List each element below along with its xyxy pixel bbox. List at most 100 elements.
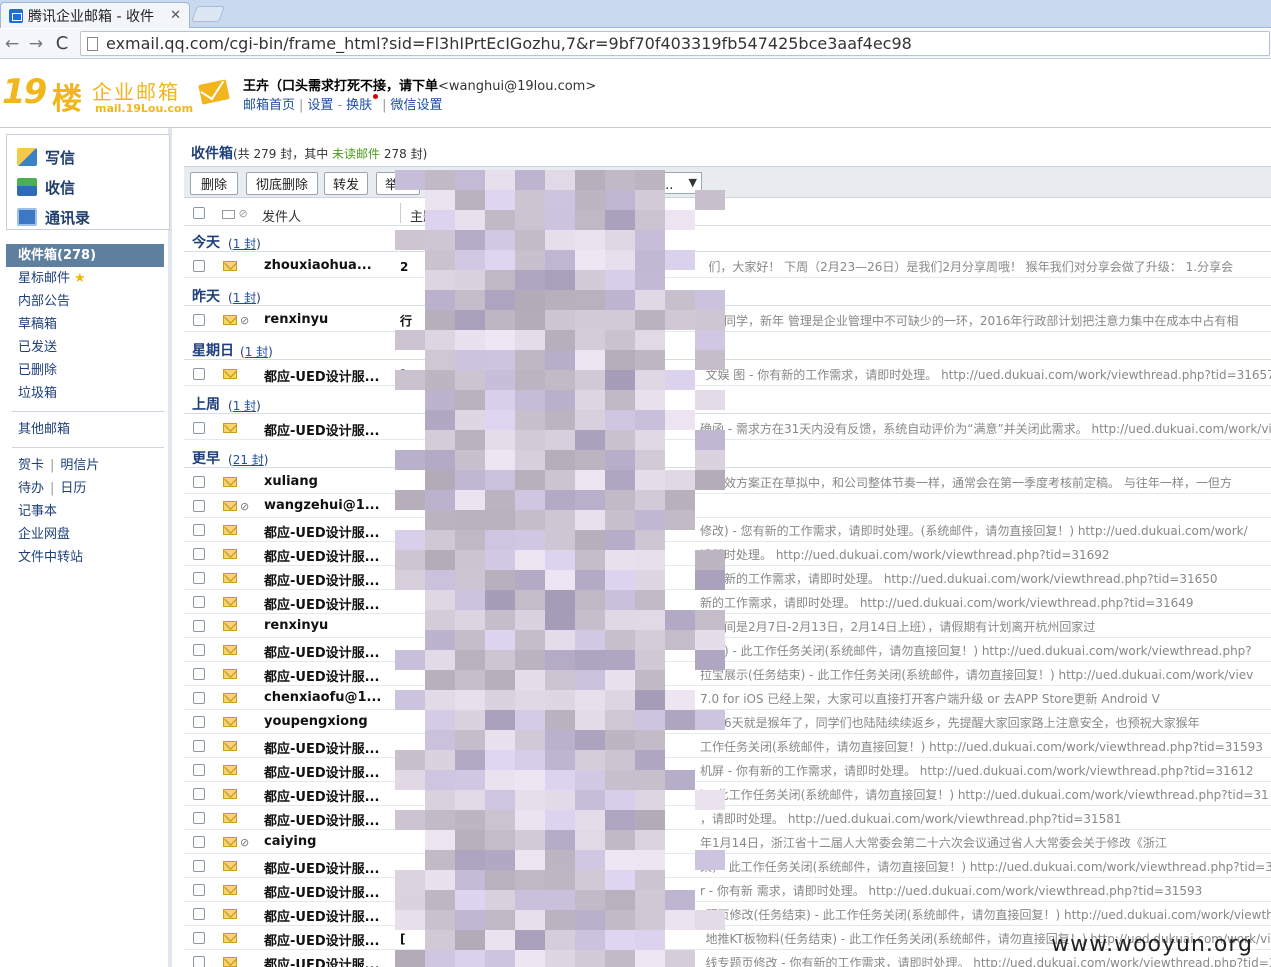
mail-row[interactable]: renxinyu 期时间是2月7日-2月13日，2月14日上班），请假期有计划离开… [184,614,1271,638]
row-checkbox[interactable] [193,932,205,944]
mail-row[interactable]: chenxiaofu@1... 7.0 for iOS 已经上架，大家可以直接打开… [184,686,1271,710]
address-bar[interactable]: exmail.qq.com/cgi-bin/frame_html?sid=Fl3… [80,31,1270,56]
group-count-link[interactable]: 1 封 [233,237,256,251]
browser-tab[interactable]: 腾讯企业邮箱 - 收件 ✕ [0,2,190,28]
row-checkbox[interactable] [193,476,205,488]
row-checkbox[interactable] [193,314,205,326]
mail-row[interactable]: zhouxiaohua... 2 们，大家好！ 下周（2月23—26日）是我们2月分… [184,254,1271,278]
row-checkbox[interactable] [193,620,205,632]
forward-arrow-icon[interactable]: → [24,32,48,56]
mail-row[interactable]: youpengxiong 还有6天就是猴年了，同学们也陆陆续续返乡，先提醒大家回家… [184,710,1271,734]
mail-row[interactable]: 都应-UED设计服... r - 你有新 需求，请即时处理。 http://ued… [184,878,1271,902]
mail-row[interactable]: 都应-UED设计服... 束) - 此工作任务关闭(系统邮件，请勿直接回复！) h… [184,854,1271,878]
group-title: 昨天 [192,289,220,305]
mail-row[interactable]: 都应-UED设计服... 修改) - 您有新的工作需求，请即时处理。(系统邮件，请… [184,518,1271,542]
netdisk-link[interactable]: 企业网盘 [6,523,164,546]
row-checkbox[interactable] [193,548,205,560]
select-all-checkbox[interactable] [193,207,205,219]
mail-row[interactable]: 都应-UED设计服... 机屏 - 你有新的工作需求，请即时处理。 http://… [184,758,1271,782]
greeting-card-link[interactable]: 贺卡 [18,458,44,473]
group-count-link[interactable]: 1 封 [245,345,268,359]
unread-envelope-icon [223,501,237,511]
mail-row[interactable]: 都应-UED设计服... 拉宝展示(任务结束) - 此工作任务关闭(系统邮件，请勿… [184,662,1271,686]
mail-row[interactable]: 都应-UED设计服... 结束) - 此工作任务关闭(系统邮件，请勿直接回复！) … [184,638,1271,662]
new-tab-button[interactable] [191,6,225,22]
other-mailbox[interactable]: 其他邮箱 [6,418,164,441]
row-checkbox[interactable] [193,500,205,512]
mail-row[interactable]: ⊘ caiying 年1月14日，浙江省十二届人大常委会第二十六次会议通过省人大常委… [184,830,1271,854]
row-checkbox[interactable] [193,764,205,776]
close-tab-icon[interactable]: ✕ [170,8,181,23]
folder-spam[interactable]: 垃圾箱 [6,382,164,405]
row-checkbox[interactable] [193,956,205,967]
mailbox-home-link[interactable]: 邮箱首页 [243,98,295,113]
subject-column-header[interactable]: 主题 [410,206,436,225]
mail-row[interactable]: ⊘ wangzehui@1... [184,494,1271,518]
reload-icon[interactable]: C [50,32,74,56]
change-skin-link[interactable]: 换肤 [346,98,372,113]
folder-deleted[interactable]: 已删除 [6,359,164,382]
mail-row[interactable]: 都应-UED设计服... 你有新的工作需求，请即时处理。 http://ued.d… [184,566,1271,590]
folder-drafts[interactable]: 草稿箱 [6,313,164,336]
settings-link[interactable]: 设置 [307,98,333,113]
header-links: 邮箱首页 | 设置 - 换肤 | 微信设置 [243,94,443,113]
mail-row[interactable]: 都应-UED设计服... 请即时处理。 http://ued.dukuai.com… [184,542,1271,566]
folder-inbox[interactable]: 收件箱(278) [6,244,164,267]
move-to-select[interactable]: 移动到... ▼ [616,172,702,194]
row-checkbox[interactable] [193,860,205,872]
mail-row[interactable]: 都应-UED设计服... 新的工作需求，请即时处理。 http://ued.duk… [184,590,1271,614]
todo-link[interactable]: 待办 [18,481,44,496]
receive-button[interactable]: 收信 [17,175,75,199]
mark-as-select[interactable]: 记为... ▼ [522,172,610,194]
contacts-button[interactable]: 通讯录 [17,205,90,229]
delete-forever-button[interactable]: 彻底删除 [246,172,318,195]
row-checkbox[interactable] [193,368,205,380]
notepad-link[interactable]: 记事本 [6,500,164,523]
forward-button[interactable]: 转发 [324,172,368,195]
row-checkbox[interactable] [193,644,205,656]
wechat-settings-link[interactable]: 微信设置 [391,98,443,113]
read-status-column-icon[interactable]: ⊘ [222,207,248,220]
mail-row[interactable]: 都应-UED设计服... 确函 - 需求方在31天内没有反馈，系统自动评价为“满意… [184,416,1271,440]
sender-column-header[interactable]: 发件人 [262,206,301,225]
row-checkbox[interactable] [193,572,205,584]
mark-all-read-button[interactable]: 全部标 读 [428,172,518,195]
mail-row[interactable]: xuliang 年绩效方案正在草拟中，和公司整体节奏一样，通常会在第一季度考核前定… [184,470,1271,494]
mail-row[interactable]: 都应-UED设计服... [题页修改(任务结束) - 此工作任务关闭(系统邮件，请… [184,902,1271,926]
folder-sent[interactable]: 已发送 [6,336,164,359]
row-checkbox[interactable] [193,812,205,824]
mail-row[interactable]: 都应-UED设计服... ，请即时处理。 http://ued.dukuai.co… [184,806,1271,830]
row-checkbox[interactable] [193,908,205,920]
unread-link[interactable]: 未读邮件 [332,147,380,161]
folder-starred[interactable]: 星标邮件 ★ [6,267,164,290]
report-button[interactable]: 举报 [376,172,420,195]
row-checkbox[interactable] [193,788,205,800]
mail-row[interactable]: 都应-UED设计服... [文娱 图 - 你有新的工作需求，请即时处理。 http… [184,362,1271,386]
row-checkbox[interactable] [193,716,205,728]
delete-button[interactable]: 删除 [190,172,238,195]
folder-announcements[interactable]: 内部公告 [6,290,164,313]
mail-subject: 工作任务关闭(系统邮件，请勿直接回复！) http://ued.dukuai.c… [400,738,1271,755]
row-checkbox[interactable] [193,884,205,896]
row-checkbox[interactable] [193,836,205,848]
row-checkbox[interactable] [193,668,205,680]
mail-row[interactable]: ⊘ renxinyu 行 位同学，新年 管理是企业管理中不可缺少的一环，2016年行政… [184,308,1271,332]
calendar-link[interactable]: 日历 [60,481,86,496]
row-checkbox[interactable] [193,596,205,608]
group-count-link[interactable]: 21 封 [233,453,264,467]
group-count-link[interactable]: 1 封 [233,291,256,305]
group-header: 星期日 (1 封) [184,336,1271,360]
file-transfer-link[interactable]: 文件中转站 [6,546,164,569]
mail-row[interactable]: 都应-UED设计服...) - 此工作任务关闭(系统邮件，请勿直接回复！) ht… [184,782,1271,806]
row-checkbox[interactable] [193,260,205,272]
compose-button[interactable]: 写信 [17,145,75,169]
row-checkbox[interactable] [193,740,205,752]
row-checkbox[interactable] [193,524,205,536]
back-arrow-icon[interactable]: ← [0,32,24,56]
row-checkbox[interactable] [193,692,205,704]
mail-row[interactable]: 都应-UED设计服... 工作任务关闭(系统邮件，请勿直接回复！) http://… [184,734,1271,758]
company-logo[interactable]: 19 楼 企业邮箱 mail.19Lou.com [2,70,232,120]
postcard-link[interactable]: 明信片 [60,458,99,473]
group-count-link[interactable]: 1 封 [233,399,256,413]
row-checkbox[interactable] [193,422,205,434]
